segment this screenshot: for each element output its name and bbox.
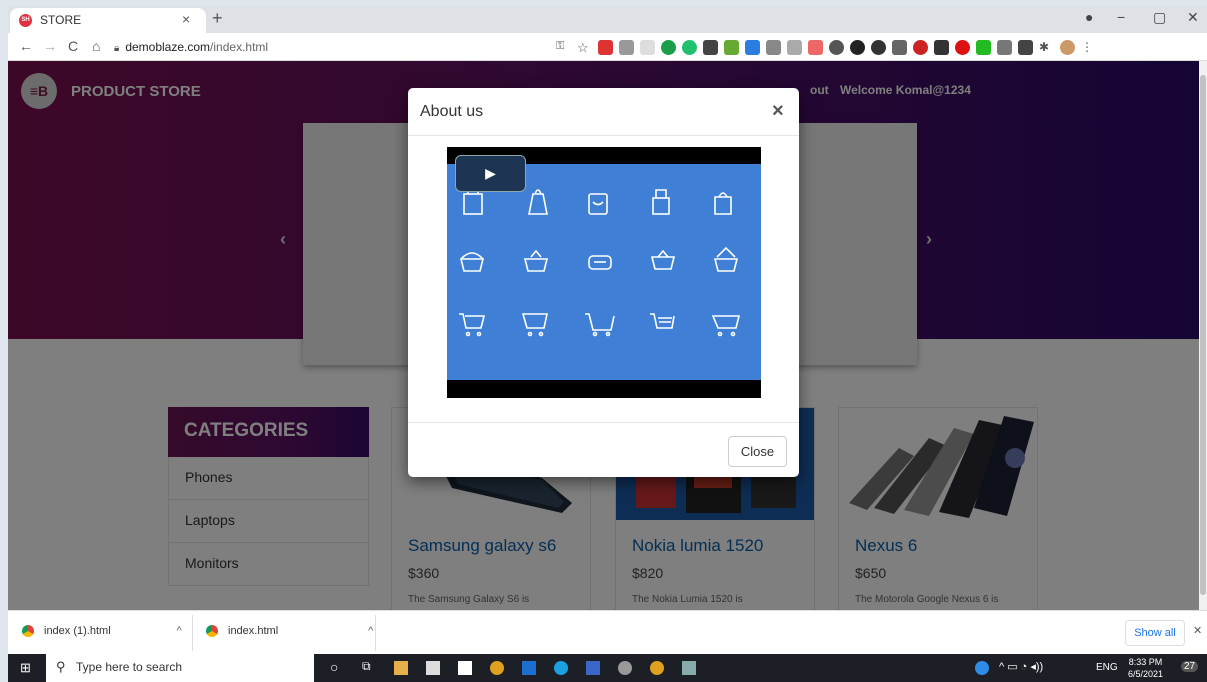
chevron-up-icon[interactable]: ^ — [368, 625, 373, 637]
video-frame — [447, 164, 761, 380]
show-all-button[interactable]: Show all — [1125, 620, 1185, 646]
windows-start-icon[interactable]: ⊞ — [20, 660, 31, 676]
close-window-button[interactable]: ✕ — [1187, 9, 1199, 26]
browser-tab[interactable]: SH STORE × — [10, 8, 206, 33]
store-icon[interactable] — [426, 661, 440, 675]
extension-icon[interactable] — [997, 39, 1012, 55]
close-downloads-icon[interactable]: ✕ — [1193, 624, 1202, 637]
key-icon[interactable]: ⚿ — [556, 40, 571, 55]
extension-icon[interactable] — [1018, 39, 1033, 55]
lock-icon: 🔒︎ — [114, 43, 120, 54]
bookmark-star-icon[interactable]: ☆ — [577, 40, 592, 55]
maximize-button[interactable]: ▢ — [1153, 9, 1166, 26]
modal-close-icon[interactable]: × — [772, 100, 784, 123]
chrome-icon[interactable] — [490, 661, 504, 675]
search-icon: ⚲ — [56, 659, 66, 674]
tab-close-icon[interactable]: × — [182, 11, 190, 27]
more-menu-icon[interactable]: ⋮ — [1081, 40, 1096, 55]
cortana-icon[interactable]: ○ — [330, 659, 338, 675]
taskbar-search[interactable]: ⚲ Type here to search — [46, 654, 314, 682]
close-button[interactable]: Close — [728, 436, 787, 467]
webpage: ≡B PRODUCT STORE out Welcome Komal@1234 … — [8, 61, 1207, 610]
scrollbar-thumb[interactable] — [1200, 75, 1206, 595]
chrome-file-icon — [22, 625, 34, 637]
tab-title: STORE — [40, 13, 82, 27]
shopping-icons-illustration — [459, 188, 741, 337]
help-icon[interactable] — [975, 661, 989, 675]
edge-icon[interactable] — [554, 661, 568, 675]
downloads-bar: index (1).html ^ index.html ^ Show all ✕ — [8, 610, 1207, 654]
download-item[interactable]: index.html ^ — [206, 625, 373, 637]
separator — [375, 615, 376, 651]
download-file-name[interactable]: index (1).html — [44, 625, 111, 637]
dropbox-icon[interactable] — [586, 661, 600, 675]
extension-icon[interactable] — [850, 39, 865, 55]
extensions-toolbar: ⚿ ☆ ✱ ⋮ — [556, 39, 1096, 55]
store-favicon-icon: SH — [19, 14, 32, 27]
extension-icon[interactable] — [598, 39, 613, 55]
extension-icon[interactable] — [703, 39, 718, 55]
extension-icon[interactable] — [955, 39, 970, 55]
screen: SH STORE × + ● − ▢ ✕ ← → C ⌂ 🔒︎ demoblaze… — [8, 6, 1207, 682]
extension-icon[interactable] — [913, 39, 928, 55]
extension-icon[interactable] — [661, 39, 676, 55]
about-video[interactable]: ▶ — [447, 147, 761, 398]
chevron-up-icon[interactable]: ^ — [177, 625, 182, 637]
home-button[interactable]: ⌂ — [92, 38, 100, 54]
extension-icon[interactable] — [745, 39, 760, 55]
reload-button[interactable]: C — [68, 38, 78, 54]
file-explorer-icon[interactable] — [394, 661, 408, 675]
extension-icon[interactable] — [787, 39, 802, 55]
download-item[interactable]: index (1).html ^ — [22, 625, 182, 637]
extension-icon[interactable] — [682, 39, 697, 55]
extension-icon[interactable] — [829, 39, 844, 55]
task-view-icon[interactable]: ⧉ — [362, 659, 371, 674]
amazon-icon[interactable] — [458, 661, 472, 675]
about-us-modal: About us × ▶ Close — [408, 88, 799, 477]
settings-icon[interactable] — [618, 661, 632, 675]
extension-icon[interactable] — [766, 39, 781, 55]
modal-footer: Close — [408, 422, 799, 477]
language-indicator[interactable]: ENG — [1096, 662, 1118, 673]
chrome-file-icon — [206, 625, 218, 637]
page-scrollbar[interactable] — [1199, 61, 1207, 610]
chrome-icon[interactable] — [650, 661, 664, 675]
clock[interactable]: 8:33 PM 6/5/2021 — [1128, 656, 1163, 680]
browser-tab-strip: SH STORE × + ● − ▢ ✕ — [8, 6, 1207, 33]
address-bar-row: ← → C ⌂ 🔒︎ demoblaze.com/index.html ⚿ ☆ — [8, 33, 1207, 61]
puzzle-icon[interactable]: ✱ — [1039, 40, 1054, 55]
extension-icon[interactable] — [808, 39, 823, 55]
extension-icon[interactable] — [934, 39, 949, 55]
forward-button[interactable]: → — [43, 38, 57, 54]
extension-icon[interactable] — [640, 39, 655, 55]
windows-taskbar: ⊞ ⚲ Type here to search ○ ⧉ ^ ▭ ◔ ◂)) EN… — [8, 654, 1207, 682]
clock-time: 8:33 PM — [1128, 657, 1163, 667]
download-file-name[interactable]: index.html — [228, 625, 278, 637]
separator — [192, 615, 193, 651]
clock-date: 6/5/2021 — [1128, 669, 1164, 679]
url-path: /index.html — [210, 40, 269, 54]
url-field[interactable]: 🔒︎ demoblaze.com/index.html — [114, 36, 554, 58]
extension-icon[interactable] — [619, 39, 634, 55]
extension-icon[interactable] — [724, 39, 739, 55]
back-button[interactable]: ← — [19, 38, 33, 54]
extension-icon[interactable] — [871, 39, 886, 55]
search-placeholder: Type here to search — [76, 660, 183, 674]
avatar[interactable] — [1060, 39, 1075, 55]
url-host: demoblaze.com — [125, 40, 211, 54]
mail-icon[interactable] — [522, 661, 536, 675]
modal-title: About us — [408, 88, 799, 136]
profile-icon[interactable]: ● — [1085, 9, 1093, 25]
paint-icon[interactable] — [682, 661, 696, 675]
new-tab-button[interactable]: + — [212, 8, 223, 29]
tray-icons[interactable]: ^ ▭ ◔ ◂)) — [999, 660, 1043, 673]
minimize-button[interactable]: − — [1117, 9, 1125, 25]
video-play-button[interactable]: ▶ — [455, 155, 526, 192]
extension-icon[interactable] — [892, 39, 907, 55]
notification-badge[interactable]: 27 — [1181, 661, 1199, 672]
extension-icon[interactable] — [976, 39, 991, 55]
